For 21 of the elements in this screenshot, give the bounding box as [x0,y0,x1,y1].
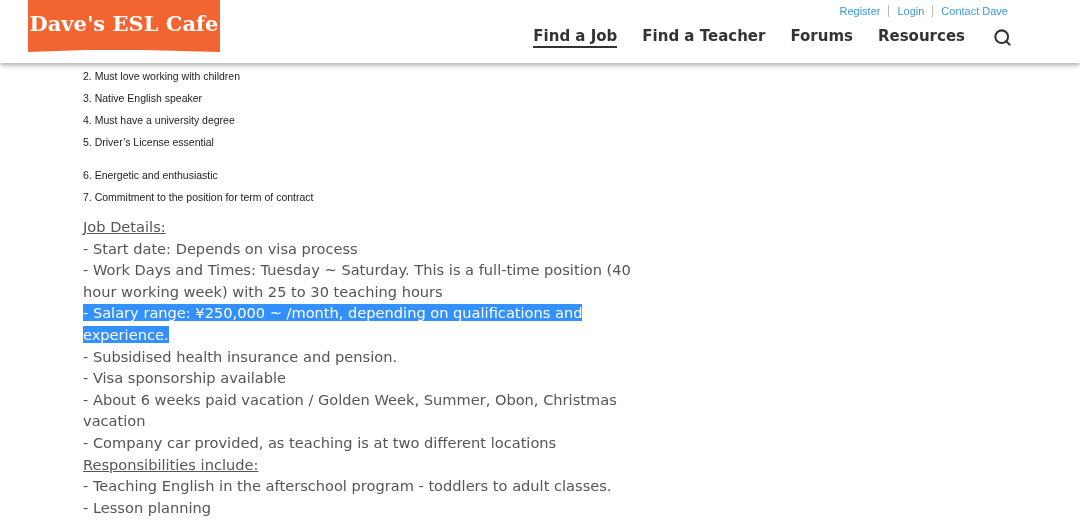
nav-link[interactable]: Forums [790,27,853,48]
section-heading: Responsibilities include: [83,454,260,475]
detail-line: - Teaching English in the afterschool program - toddlers to adult classes. [83,476,613,497]
detail-line: - Subsidised health insurance and pension. [83,346,399,367]
detail-line: - Company car provided, as teaching is at two different locations [83,432,558,453]
detail-line: - About 6 weeks paid vacation / Golden Week, Summer, Obon, Christmas vacation [83,389,618,432]
search-icon[interactable] [993,28,1012,47]
requirement-item: 7. Commitment to the position for term of contract [83,190,315,205]
detail-line: - Work Days and Times: Tuesday ~ Saturday. This is a full-time position (40 hour working week) with 25 to 30 teaching hours [83,260,632,302]
requirement-item: 4. Must have a university degree [83,113,236,128]
requirement-item: 3. Native English speaker [83,91,204,106]
nav-link[interactable]: Find a Job [533,27,618,48]
requirement-item: 5. Driver’s License essential [83,135,215,150]
requirement-item: 6. Energetic and enthusiastic [83,168,219,183]
nav-link[interactable]: Find a Teacher [642,27,766,48]
detail-line: - Visa sponsorship available [83,368,288,389]
requirement-item: 2. Must love working with children [83,69,241,84]
nav-link[interactable]: Resources [877,27,965,48]
section-heading: Job Details: [83,217,167,237]
detail-line: - Lesson planning [83,497,213,518]
detail-line: - Start date: Depends on visa process [83,238,359,259]
